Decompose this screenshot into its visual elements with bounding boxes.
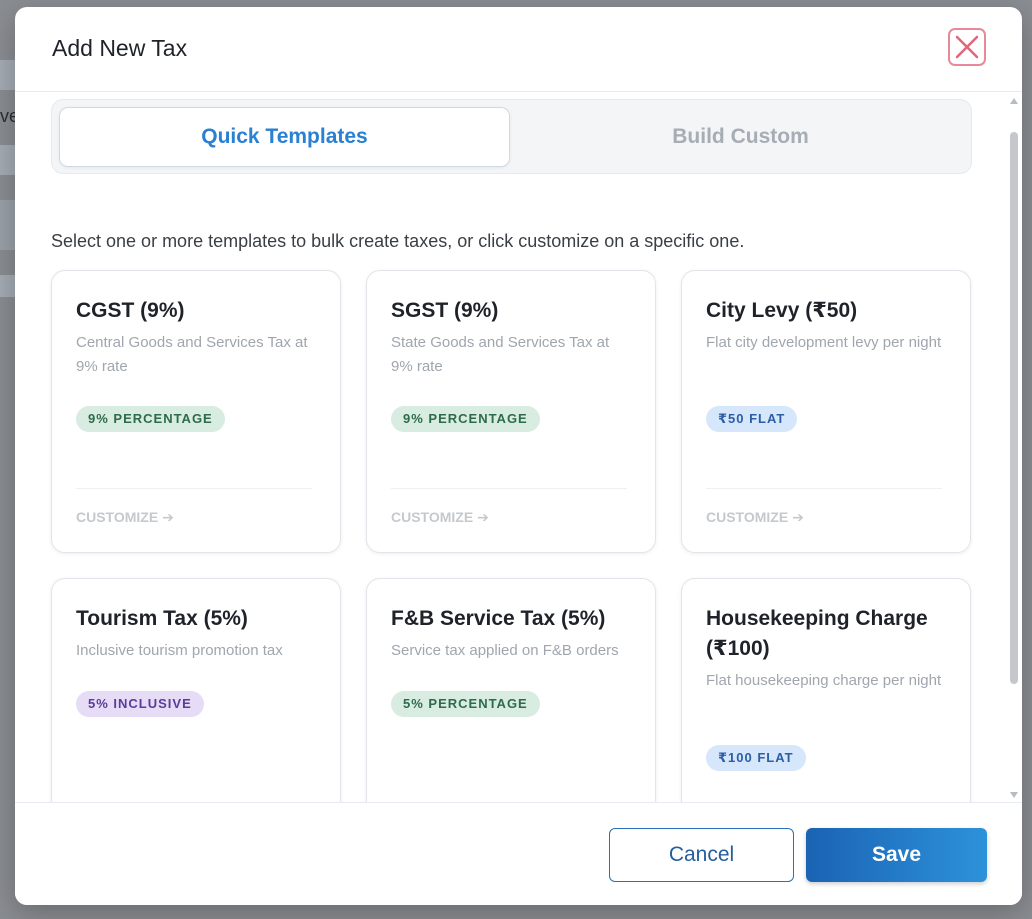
customize-link[interactable]: CUSTOMIZE ➔ — [391, 509, 489, 526]
intro-text: Select one or more templates to bulk cre… — [51, 231, 745, 251]
template-card-fb-service-tax[interactable]: F&B Service Tax (5%) Service tax applied… — [366, 578, 656, 802]
cancel-button[interactable]: Cancel — [609, 828, 794, 882]
card-title: Housekeeping Charge (₹100) — [706, 607, 928, 660]
modal-body: Quick Templates Build Custom Select one … — [15, 92, 1022, 802]
card-title: CGST (9%) — [76, 299, 185, 322]
add-tax-modal: Add New Tax Quick Templates Build Custom… — [15, 7, 1022, 905]
card-description: Inclusive tourism promotion tax — [76, 642, 283, 659]
close-button[interactable] — [948, 28, 986, 66]
tax-type-badge: 5% INCLUSIVE — [76, 691, 204, 717]
save-button[interactable]: Save — [806, 828, 987, 882]
template-card-tourism-tax[interactable]: Tourism Tax (5%) Inclusive tourism promo… — [51, 578, 341, 802]
template-card-housekeeping-charge[interactable]: Housekeeping Charge (₹100) Flat housekee… — [681, 578, 971, 802]
card-description: Central Goods and Services Tax at 9% rat… — [76, 334, 308, 375]
card-divider — [706, 488, 942, 489]
template-card-cgst[interactable]: CGST (9%) Central Goods and Services Tax… — [51, 270, 341, 553]
background-partial-text: ve — [0, 106, 15, 126]
tab-quick-templates[interactable]: Quick Templates — [59, 107, 510, 167]
tax-type-badge: 9% PERCENTAGE — [76, 406, 225, 432]
card-title: City Levy (₹50) — [706, 299, 858, 322]
card-description: State Goods and Services Tax at 9% rate — [391, 334, 610, 375]
template-card-city-levy[interactable]: City Levy (₹50) Flat city development le… — [681, 270, 971, 553]
background-strip — [0, 145, 15, 175]
card-description: Service tax applied on F&B orders — [391, 642, 619, 659]
scroll-up-arrow-icon[interactable] — [1010, 98, 1018, 104]
card-title: Tourism Tax (5%) — [76, 607, 248, 630]
background-strip — [0, 200, 15, 250]
tax-type-badge: 5% PERCENTAGE — [391, 691, 540, 717]
scrollbar-thumb[interactable] — [1010, 132, 1018, 684]
card-divider — [76, 488, 312, 489]
modal-header: Add New Tax — [15, 7, 1022, 92]
card-title: SGST (9%) — [391, 299, 499, 322]
template-card-sgst[interactable]: SGST (9%) State Goods and Services Tax a… — [366, 270, 656, 553]
background-strip — [0, 275, 15, 297]
modal-title: Add New Tax — [52, 35, 188, 61]
customize-link[interactable]: CUSTOMIZE ➔ — [76, 509, 174, 526]
tax-type-badge: ₹50 FLAT — [706, 406, 798, 432]
card-title: F&B Service Tax (5%) — [391, 607, 606, 630]
modal-scrollbar[interactable] — [1006, 92, 1022, 802]
card-divider — [391, 488, 627, 489]
card-description: Flat housekeeping charge per night — [706, 672, 942, 689]
close-x-icon — [955, 35, 979, 59]
background-strip — [0, 60, 15, 90]
modal-footer: Cancel Save — [15, 802, 1022, 905]
tab-switcher: Quick Templates Build Custom — [51, 99, 972, 174]
customize-link[interactable]: CUSTOMIZE ➔ — [706, 509, 804, 526]
tab-build-custom[interactable]: Build Custom — [515, 107, 966, 167]
scroll-down-arrow-icon[interactable] — [1010, 792, 1018, 798]
tax-type-badge: ₹100 FLAT — [706, 745, 806, 771]
card-description: Flat city development levy per night — [706, 334, 942, 351]
tax-type-badge: 9% PERCENTAGE — [391, 406, 540, 432]
